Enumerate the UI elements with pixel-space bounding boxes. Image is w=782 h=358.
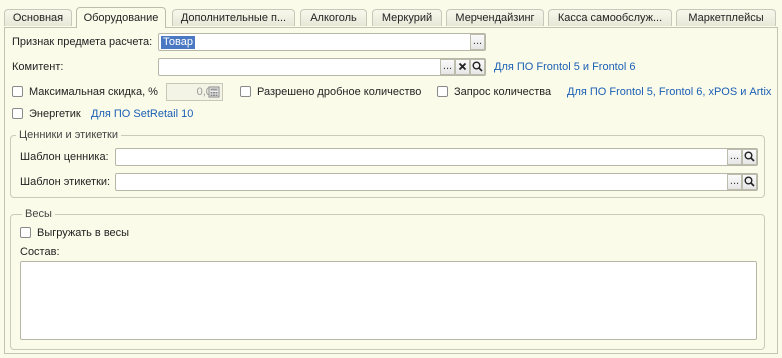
energetic-label: Энергетик [29, 108, 81, 120]
tab-oborudovanie[interactable]: Оборудование [76, 7, 166, 28]
price-tag-template-field[interactable] [115, 148, 758, 166]
calculator-icon[interactable] [208, 86, 220, 101]
quantity-request-checkbox[interactable] [437, 86, 448, 97]
payment-subject-label: Признак предмета расчета: [12, 36, 153, 48]
label-template-label: Шаблон этикетки: [20, 176, 111, 188]
price-tag-search-button[interactable] [742, 149, 757, 165]
search-icon [472, 61, 483, 72]
composition-label: Состав: [20, 246, 60, 258]
upload-to-scales-checkbox[interactable] [20, 227, 31, 238]
label-template-select-button[interactable]: ... [727, 174, 742, 190]
upload-to-scales-label: Выгружать в весы [37, 227, 130, 239]
frontol-link[interactable]: Для ПО Frontol 5 и Frontol 6 [494, 61, 635, 73]
payment-subject-value: Товар [161, 36, 195, 49]
setretail-link[interactable]: Для ПО SetRetail 10 [91, 108, 193, 120]
payment-subject-field[interactable]: Товар [158, 33, 486, 51]
composition-textarea[interactable] [20, 261, 757, 340]
search-icon [744, 151, 755, 162]
close-icon [458, 62, 467, 71]
energetic-checkbox[interactable] [12, 108, 23, 119]
committent-field[interactable] [158, 58, 486, 76]
committent-select-button[interactable]: ... [440, 59, 455, 75]
max-discount-checkbox[interactable] [12, 86, 23, 97]
price-tag-select-button[interactable]: ... [727, 149, 742, 165]
tab-dopolnitelnye[interactable]: Дополнительные п... [172, 9, 295, 26]
price-tag-template-label: Шаблон ценника: [20, 151, 109, 163]
tab-bar: Основная Оборудование Дополнительные п..… [0, 0, 782, 28]
quantity-request-label: Запрос количества [454, 86, 552, 98]
price-tags-group-title: Ценники и этикетки [16, 129, 121, 141]
payment-subject-select-button[interactable]: ... [470, 34, 485, 50]
frontol-xpos-artix-link[interactable]: Для ПО Frontol 5, Frontol 6, xPOS и Arti… [567, 86, 771, 98]
tab-kassa-samoobsluzhivaniya[interactable]: Касса самообслуж... [548, 9, 672, 26]
committent-label: Комитент: [12, 61, 64, 73]
scales-group-title: Весы [22, 208, 55, 220]
tab-merchandising[interactable]: Мерчендайзинг [446, 9, 544, 26]
fractional-quantity-checkbox[interactable] [240, 86, 251, 97]
fractional-quantity-label: Разрешено дробное количество [257, 86, 422, 98]
committent-clear-button[interactable] [455, 59, 470, 75]
tab-marketplaces[interactable]: Маркетплейсы [676, 9, 776, 26]
search-icon [744, 176, 755, 187]
tab-alkogol[interactable]: Алкоголь [300, 9, 367, 26]
tab-osnovnaya[interactable]: Основная [4, 9, 72, 26]
label-template-search-button[interactable] [742, 174, 757, 190]
tab-merkuriy[interactable]: Меркурий [372, 9, 442, 26]
committent-search-button[interactable] [470, 59, 485, 75]
label-template-field[interactable] [115, 173, 758, 191]
max-discount-label: Максимальная скидка, % [29, 86, 158, 98]
